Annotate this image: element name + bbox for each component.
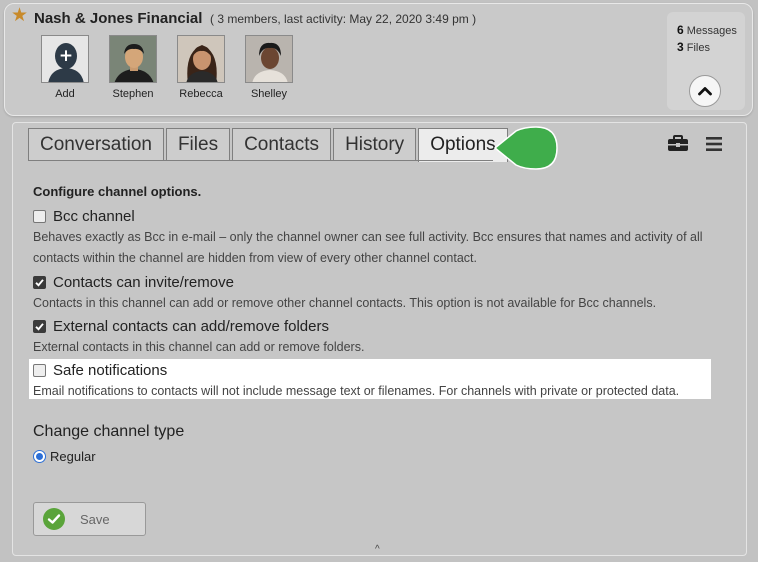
option-safe-notifications: Safe notifications Email notifications t… [33, 361, 723, 402]
channel-type-regular[interactable]: Regular [33, 449, 96, 464]
tab-files[interactable]: Files [165, 128, 231, 160]
channel-title: Nash & Jones Financial [34, 10, 203, 27]
member-shelley[interactable]: Shelley [235, 35, 303, 100]
option-label: Contacts can invite/remove [53, 273, 234, 291]
option-description: External contacts in this channel can ad… [33, 340, 365, 354]
messages-count: 6 [677, 23, 684, 37]
scroll-up-icon[interactable]: ^ [375, 544, 380, 555]
add-user-icon[interactable]: + [41, 35, 89, 83]
options-panel: Conversation Files Contacts History Opti… [12, 122, 747, 556]
option-description: Email notifications to contacts will not… [33, 384, 680, 398]
avatar[interactable] [245, 35, 293, 83]
contacts-invite-checkbox[interactable] [33, 275, 46, 289]
channel-meta: ( 3 members, last activity: May 22, 2020… [210, 12, 477, 26]
member-name: Stephen [112, 88, 154, 100]
svg-text:+: + [59, 46, 73, 66]
option-description: Behaves exactly as Bcc in e-mail – only … [33, 230, 703, 265]
external-folders-checkbox[interactable] [33, 319, 46, 333]
star-icon[interactable]: ★ [11, 6, 28, 25]
check-circle-icon [43, 508, 65, 530]
checkmark-icon [35, 278, 44, 287]
save-button[interactable]: Save [33, 502, 146, 536]
avatar[interactable] [177, 35, 225, 83]
member-stephen[interactable]: Stephen [99, 35, 167, 100]
member-name: Add [55, 88, 75, 100]
option-contacts-invite: Contacts can invite/remove Contacts in t… [33, 273, 723, 314]
channel-stats: 6 Messages 3 Files [667, 12, 745, 110]
option-bcc-channel: Bcc channel Behaves exactly as Bcc in e-… [33, 207, 723, 269]
bcc-channel-checkbox[interactable] [33, 209, 46, 223]
safe-notifications-checkbox[interactable] [33, 363, 46, 377]
option-label: Bcc channel [53, 207, 135, 225]
hamburger-menu-icon[interactable] [706, 137, 722, 151]
avatar[interactable] [109, 35, 157, 83]
option-description: Contacts in this channel can add or remo… [33, 296, 657, 310]
files-count: 3 [677, 40, 684, 54]
tab-conversation[interactable]: Conversation [28, 128, 164, 160]
checkmark-icon [35, 322, 44, 331]
highlight-pointer-icon [494, 126, 558, 170]
member-rebecca[interactable]: Rebecca [167, 35, 235, 100]
regular-radio[interactable] [33, 450, 46, 463]
files-label: Files [686, 42, 710, 54]
channel-type-heading: Change channel type [33, 423, 185, 440]
member-list: + Add Stephen Rebecca Shelley [31, 35, 303, 100]
files-stat[interactable]: 3 Files [677, 40, 710, 54]
messages-label: Messages [686, 25, 737, 37]
member-add[interactable]: + Add [31, 35, 99, 100]
option-label: External contacts can add/remove folders [53, 317, 329, 335]
member-name: Rebecca [179, 88, 223, 100]
chevron-up-icon [698, 87, 712, 96]
radio-label: Regular [50, 449, 96, 464]
section-title: Configure channel options. [33, 184, 202, 199]
tab-divider [28, 160, 493, 161]
collapse-header-button[interactable] [689, 75, 721, 107]
tab-history[interactable]: History [333, 128, 417, 160]
option-external-folders: External contacts can add/remove folders… [33, 317, 723, 358]
channel-header: ★ Nash & Jones Financial ( 3 members, la… [4, 3, 753, 116]
tab-contacts[interactable]: Contacts [232, 128, 332, 160]
save-label: Save [80, 511, 110, 527]
member-name: Shelley [250, 88, 288, 100]
messages-stat[interactable]: 6 Messages [677, 23, 737, 37]
option-label: Safe notifications [53, 361, 168, 379]
briefcase-icon[interactable] [667, 135, 689, 153]
tab-bar: Conversation Files Contacts History Opti… [28, 128, 510, 162]
